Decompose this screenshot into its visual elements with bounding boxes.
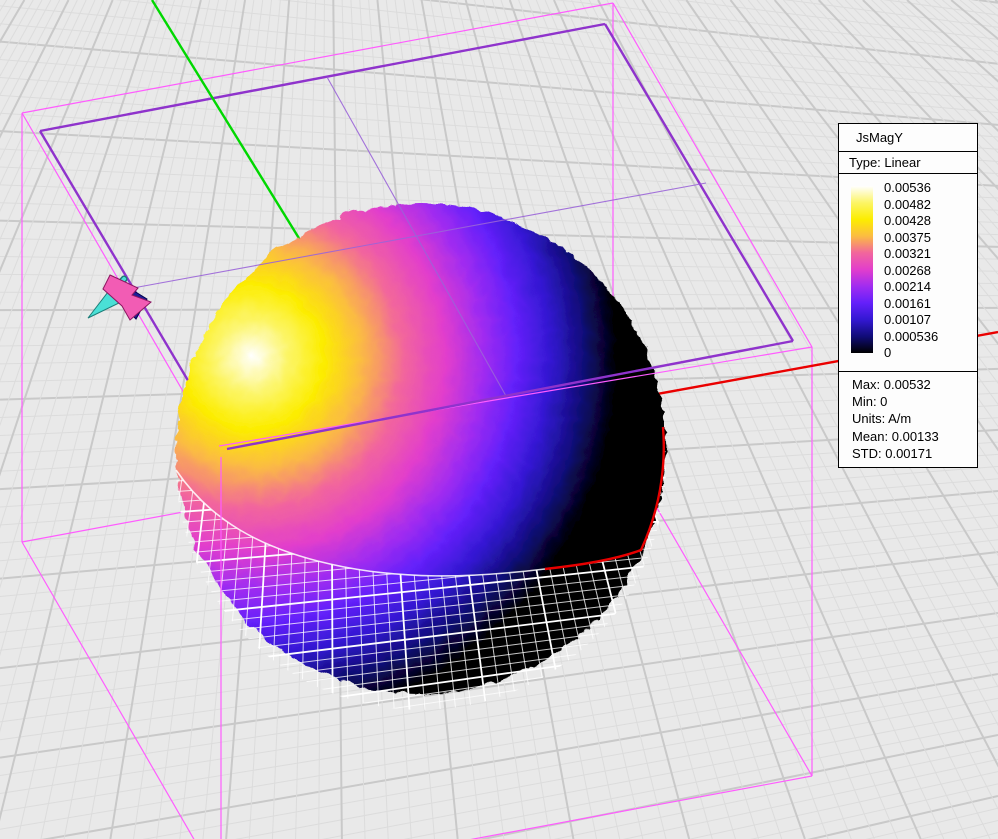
3d-viewport[interactable]: JsMagY Type: Linear 0.00536 0.00482 0.00… [0, 0, 998, 839]
legend-colorbar-section: 0.00536 0.00482 0.00428 0.00375 0.00321 … [839, 174, 977, 372]
legend-scale-type: Type: Linear [839, 152, 977, 174]
colorbar-tick-label: 0.000536 [884, 330, 938, 343]
colorbar-labels: 0.00536 0.00482 0.00428 0.00375 0.00321 … [884, 181, 938, 359]
stat-units: Units: A/m [852, 410, 977, 427]
legend-title: JsMagY [839, 124, 977, 152]
colorbar-tick-label: 0.00428 [884, 214, 938, 227]
colorbar-gradient [851, 186, 873, 353]
colorbar-tick-label: 0.00268 [884, 264, 938, 277]
colorbar-tick-label: 0.00482 [884, 198, 938, 211]
colorbar-tick-label: 0.00161 [884, 297, 938, 310]
colorbar-tick-label: 0.00214 [884, 280, 938, 293]
colorbar-tick-label: 0.00107 [884, 313, 938, 326]
stat-mean: Mean: 0.00133 [852, 428, 977, 445]
sphere-model[interactable] [174, 202, 664, 692]
legend-stats: Max: 0.00532 Min: 0 Units: A/m Mean: 0.0… [839, 372, 977, 467]
stat-min: Min: 0 [852, 393, 977, 410]
colorbar-tick-label: 0.00375 [884, 231, 938, 244]
colorbar-tick-label: 0.00321 [884, 247, 938, 260]
colorbar-tick-label: 0.00536 [884, 181, 938, 194]
results-legend[interactable]: JsMagY Type: Linear 0.00536 0.00482 0.00… [838, 123, 978, 468]
stat-std: STD: 0.00171 [852, 445, 977, 462]
stat-max: Max: 0.00532 [852, 376, 977, 393]
colorbar-tick-label: 0 [884, 346, 938, 359]
